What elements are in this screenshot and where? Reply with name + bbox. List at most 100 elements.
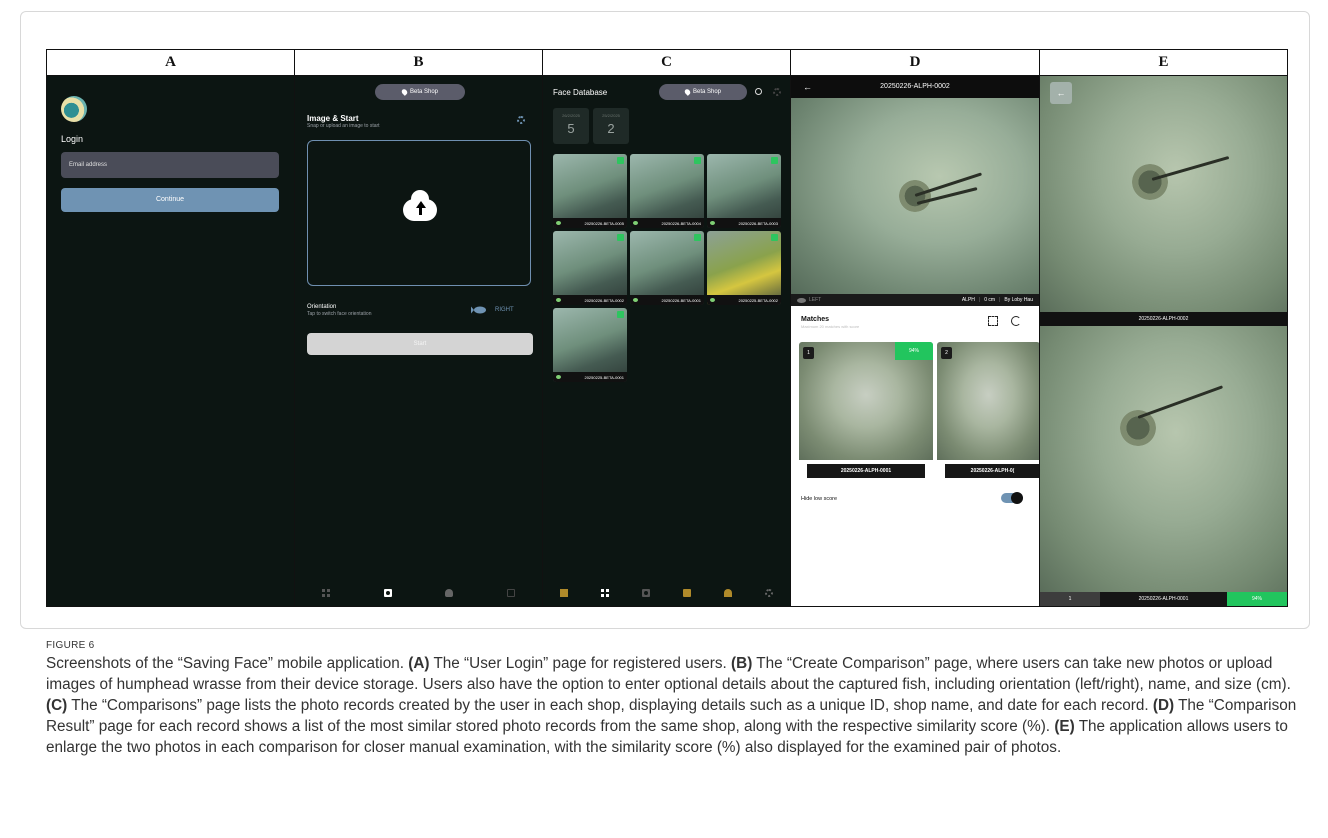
bottom-nav [295,586,542,600]
query-photo [1040,76,1287,312]
fish-eye-icon [556,375,561,379]
page-title: Face Database [553,88,608,97]
search-icon[interactable] [755,88,762,95]
caption-tag-d: (D) [1152,697,1175,714]
panel-letter: E [1040,50,1287,76]
orientation-toggle[interactable]: RIGHT [495,307,514,313]
side-label: LEFT [809,297,822,303]
section-subtitle: Snap or upload an image to start [307,123,380,129]
record-grid: 20250226-BETA-0005 20250226-BETA-0004 20… [553,154,785,382]
record-card[interactable]: 20250226-BETA-0002 [553,231,627,305]
orientation-hint: Tap to switch face orientation [307,311,372,317]
matches-section: Matches Maximum 20 matches with score 1 … [791,306,1039,606]
gear-icon[interactable] [517,116,525,124]
date-card[interactable]: 26/2/2025 5 [553,108,589,144]
file-icon[interactable] [683,589,692,597]
copy-icon[interactable] [507,589,516,597]
date-label: 26/2/2025 [562,113,580,118]
record-card[interactable]: 20250225-BETA-0002 [707,231,781,305]
date-label: 25/2/2025 [602,113,620,118]
email-field[interactable]: Email address [61,152,279,178]
figure-label: FIGURE 6 [46,640,95,651]
match-photo [937,342,1039,460]
check-icon [771,234,778,241]
match-score: 94% [1227,592,1287,606]
users-icon[interactable] [724,589,733,597]
start-button[interactable]: Start [307,333,533,355]
matches-subtitle: Maximum 20 matches with score [801,324,860,329]
gear-icon[interactable] [765,589,774,597]
check-icon [617,234,624,241]
caption-tag-b: (B) [731,655,753,672]
match-rank: 1 [803,347,814,359]
check-icon [694,234,701,241]
match-card[interactable]: 2 20250226-ALPH-0( [937,342,1039,480]
expand-icon[interactable] [988,316,998,326]
fish-icon [797,297,806,303]
fish-eye-icon [710,298,715,302]
grid-icon[interactable] [321,589,330,597]
camera-icon[interactable] [641,589,650,597]
figure-panels: A Login Email address Continue B Beta Sh… [46,49,1288,607]
camera-icon[interactable] [383,589,392,597]
date-card[interactable]: 25/2/2025 2 [593,108,629,144]
match-id: 20250226-ALPH-0001 [807,464,925,478]
gear-icon[interactable] [773,88,781,96]
record-id: 20250226-BETA-0001 [661,297,701,303]
record-photo [791,98,1039,294]
bottom-nav [543,586,790,600]
login-title: Login [61,134,84,144]
shop-selector[interactable]: Beta Shop [375,84,465,100]
cloud-upload-icon [403,190,437,221]
record-id: 20250226-ALPH-0002 [880,83,950,90]
hide-low-score-toggle[interactable] [1001,492,1023,504]
orientation-label: Orientation [307,304,337,310]
panel-e: E ← 20250226-ALPH-0002 1 20250226-ALPH-0… [1040,50,1287,606]
caption-tag-a: (A) [408,655,430,672]
shop-name: Beta Shop [409,89,439,95]
fish-eye-icon [633,221,638,225]
record-card[interactable]: 20250226-BETA-0001 [630,231,704,305]
record-card[interactable]: 20250225-BETA-0001 [553,308,627,382]
shop-selector[interactable]: Beta Shop [659,84,747,100]
match-id: 20250226-ALPH-0001 [1100,592,1227,606]
back-button[interactable]: ← [1050,82,1072,104]
match-card[interactable]: 1 94% 20250226-ALPH-0001 [799,342,933,480]
matches-title: Matches [801,316,830,323]
fish-icon[interactable] [471,306,487,314]
record-card[interactable]: 20250226-BETA-0004 [630,154,704,228]
fish-eye-icon [556,298,561,302]
record-info-bar: LEFT ALPH | 0 cm | By Loby Hau [791,294,1039,306]
cloud-upload-icon[interactable] [445,589,454,597]
panel-letter: D [791,50,1039,76]
date-count: 2 [607,121,615,136]
record-id: 20250225-BETA-0001 [584,374,624,380]
image-upload-area[interactable] [307,140,531,286]
panel-letter: C [543,50,790,76]
refresh-icon[interactable] [1011,316,1021,326]
enlarged-comparison-screen: ← 20250226-ALPH-0002 1 20250226-ALPH-000… [1040,76,1287,606]
hide-low-score-label: Hide low score [801,496,838,502]
record-card[interactable]: 20250226-BETA-0003 [707,154,781,228]
panel-a: A Login Email address Continue [47,50,295,606]
match-photo [1040,326,1287,592]
panel-letter: A [47,50,294,76]
record-id: 20250226-BETA-0005 [584,220,624,226]
check-icon [771,157,778,164]
inbox-icon[interactable] [559,589,568,597]
shop-code: ALPH [961,297,975,303]
fish-eye-icon [556,221,561,225]
date-count: 5 [567,121,575,136]
caption-text-c: The “Comparisons” page lists the photo r… [71,697,1149,714]
record-id: 20250226-BETA-0003 [738,220,778,226]
app-logo [61,96,87,122]
match-rank: 1 [1040,592,1100,606]
record-card[interactable]: 20250226-BETA-0005 [553,154,627,228]
fish-eye-icon [710,221,715,225]
back-arrow-icon[interactable]: ← [803,76,812,98]
grid-icon[interactable] [600,589,609,597]
continue-button[interactable]: Continue [61,188,279,212]
match-id: 20250226-ALPH-0( [945,464,1039,478]
record-id: 20250225-BETA-0002 [738,297,778,303]
query-id: 20250226-ALPH-0002 [1040,312,1287,326]
